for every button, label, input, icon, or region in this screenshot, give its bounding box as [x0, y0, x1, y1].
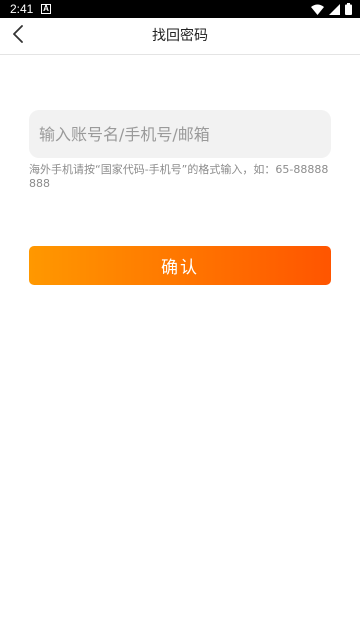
status-bar: 2:41 A [0, 0, 360, 18]
account-input[interactable] [29, 110, 331, 158]
status-icons [311, 2, 352, 15]
header: 找回密码 [0, 18, 360, 55]
account-field [29, 110, 331, 158]
confirm-button[interactable]: 确认 [29, 246, 331, 285]
signal-icon [329, 0, 340, 19]
overseas-phone-hint: 海外手机请按“国家代码-手机号”的格式输入，如：65-88888888 [29, 163, 329, 190]
status-time: 2:41 [10, 2, 34, 16]
battery-icon [345, 0, 352, 19]
page-title: 找回密码 [152, 28, 208, 44]
wifi-icon [311, 0, 324, 19]
a-badge-icon: A [41, 4, 51, 14]
